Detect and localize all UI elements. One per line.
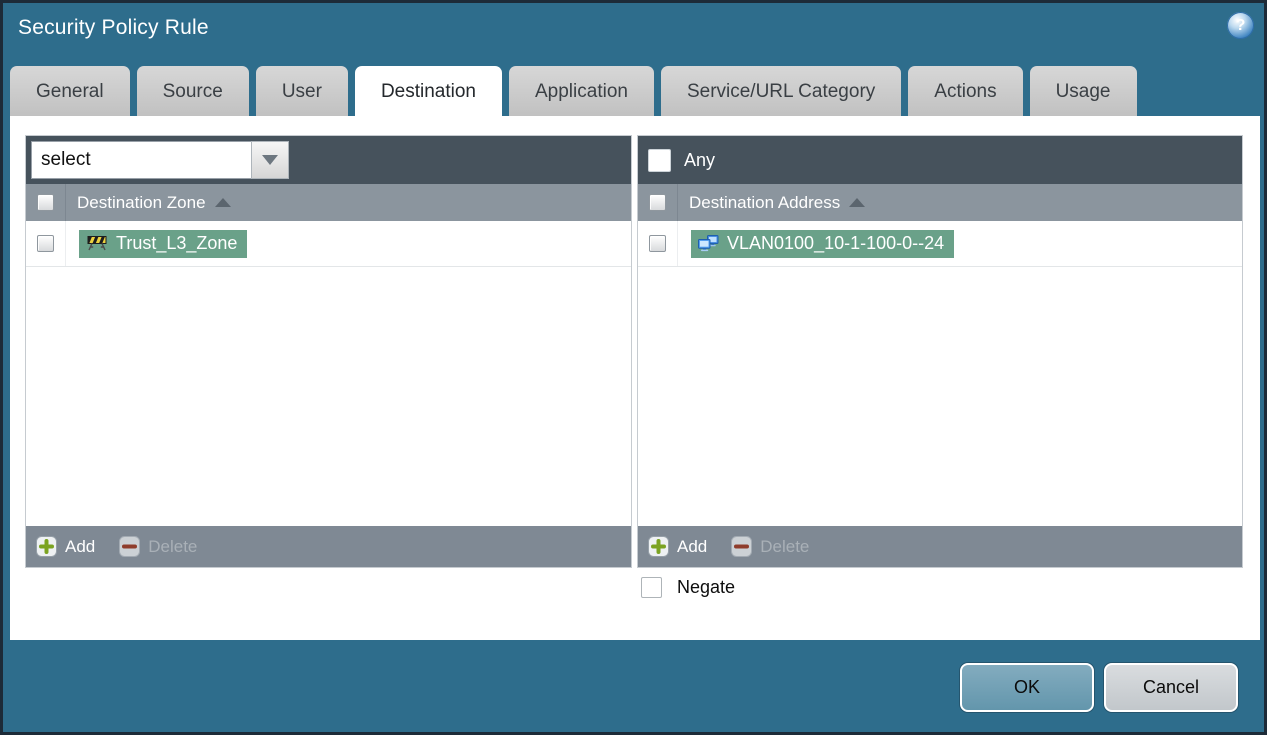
select-all-zones-checkbox[interactable] — [37, 194, 54, 211]
zone-select-input[interactable] — [31, 141, 251, 179]
table-row: VLAN0100_10-1-100-0--24 — [638, 221, 1242, 267]
address-column-title[interactable]: Destination Address — [689, 193, 840, 213]
security-policy-rule-dialog: Security Policy Rule ? General Source Us… — [0, 0, 1267, 735]
zone-list: Trust_L3_Zone — [26, 221, 631, 526]
zone-column-header-row: Destination Zone — [26, 184, 631, 221]
zone-row-checkbox[interactable] — [37, 235, 54, 252]
tab-source[interactable]: Source — [136, 66, 249, 116]
zone-chip[interactable]: Trust_L3_Zone — [79, 229, 248, 258]
add-zone-label: Add — [65, 536, 96, 556]
destination-address-panel: Any Destination Address VLAN0100_10-1-10… — [637, 135, 1243, 568]
address-column-header-row: Destination Address — [638, 184, 1242, 221]
delete-address-button[interactable]: Delete — [731, 536, 809, 557]
zone-select-combo — [31, 141, 289, 179]
zone-icon — [87, 236, 107, 251]
add-address-button[interactable]: Add — [648, 536, 707, 557]
sort-ascending-icon — [214, 198, 231, 207]
sort-ascending-icon — [849, 198, 866, 207]
select-all-addresses-checkbox[interactable] — [649, 194, 666, 211]
address-toolbar: Any — [638, 136, 1242, 184]
minus-icon — [731, 536, 753, 557]
delete-address-label: Delete — [760, 536, 810, 556]
address-chip[interactable]: VLAN0100_10-1-100-0--24 — [691, 229, 955, 258]
tab-general[interactable]: General — [10, 66, 130, 116]
address-panel-footer: Add Delete — [638, 526, 1242, 567]
tab-application[interactable]: Application — [509, 66, 654, 116]
tab-bar: General Source User Destination Applicat… — [10, 66, 1137, 116]
ok-button[interactable]: OK — [960, 663, 1094, 712]
address-icon — [698, 234, 719, 251]
plus-icon — [648, 536, 669, 557]
minus-icon — [119, 536, 141, 557]
cancel-button[interactable]: Cancel — [1104, 663, 1238, 712]
table-row: Trust_L3_Zone — [26, 221, 631, 267]
plus-icon — [36, 536, 57, 557]
chevron-down-icon — [262, 155, 278, 165]
negate-checkbox[interactable] — [641, 577, 662, 598]
delete-zone-label: Delete — [148, 536, 198, 556]
zone-select-dropdown-button[interactable] — [251, 141, 289, 179]
add-zone-button[interactable]: Add — [36, 536, 95, 557]
cancel-button-label: Cancel — [1142, 677, 1200, 697]
dialog-title: Security Policy Rule — [18, 16, 209, 39]
tab-user[interactable]: User — [255, 66, 348, 116]
delete-zone-button[interactable]: Delete — [119, 536, 197, 557]
any-row: Any — [643, 148, 716, 172]
negate-row: Negate — [641, 577, 735, 598]
destination-zone-panel: Destination Zone — [25, 135, 632, 568]
ok-button-label: OK — [1013, 677, 1040, 697]
zone-column-title[interactable]: Destination Zone — [77, 193, 206, 213]
destination-tab-content: Destination Zone — [10, 116, 1260, 640]
zone-toolbar — [26, 136, 631, 184]
help-icon[interactable]: ? — [1227, 12, 1254, 39]
add-address-label: Add — [677, 536, 708, 556]
address-chip-label: VLAN0100_10-1-100-0--24 — [727, 232, 945, 253]
address-list: VLAN0100_10-1-100-0--24 — [638, 221, 1242, 526]
zone-chip-label: Trust_L3_Zone — [116, 232, 238, 253]
any-address-checkbox[interactable] — [648, 148, 671, 172]
any-label: Any — [684, 149, 716, 170]
tab-destination[interactable]: Destination — [354, 66, 502, 116]
address-row-checkbox[interactable] — [649, 235, 666, 252]
tab-service-url-category[interactable]: Service/URL Category — [660, 66, 902, 116]
tab-usage[interactable]: Usage — [1029, 66, 1137, 116]
tab-actions[interactable]: Actions — [908, 66, 1023, 116]
zone-panel-footer: Add Delete — [26, 526, 631, 567]
negate-label: Negate — [677, 577, 736, 597]
